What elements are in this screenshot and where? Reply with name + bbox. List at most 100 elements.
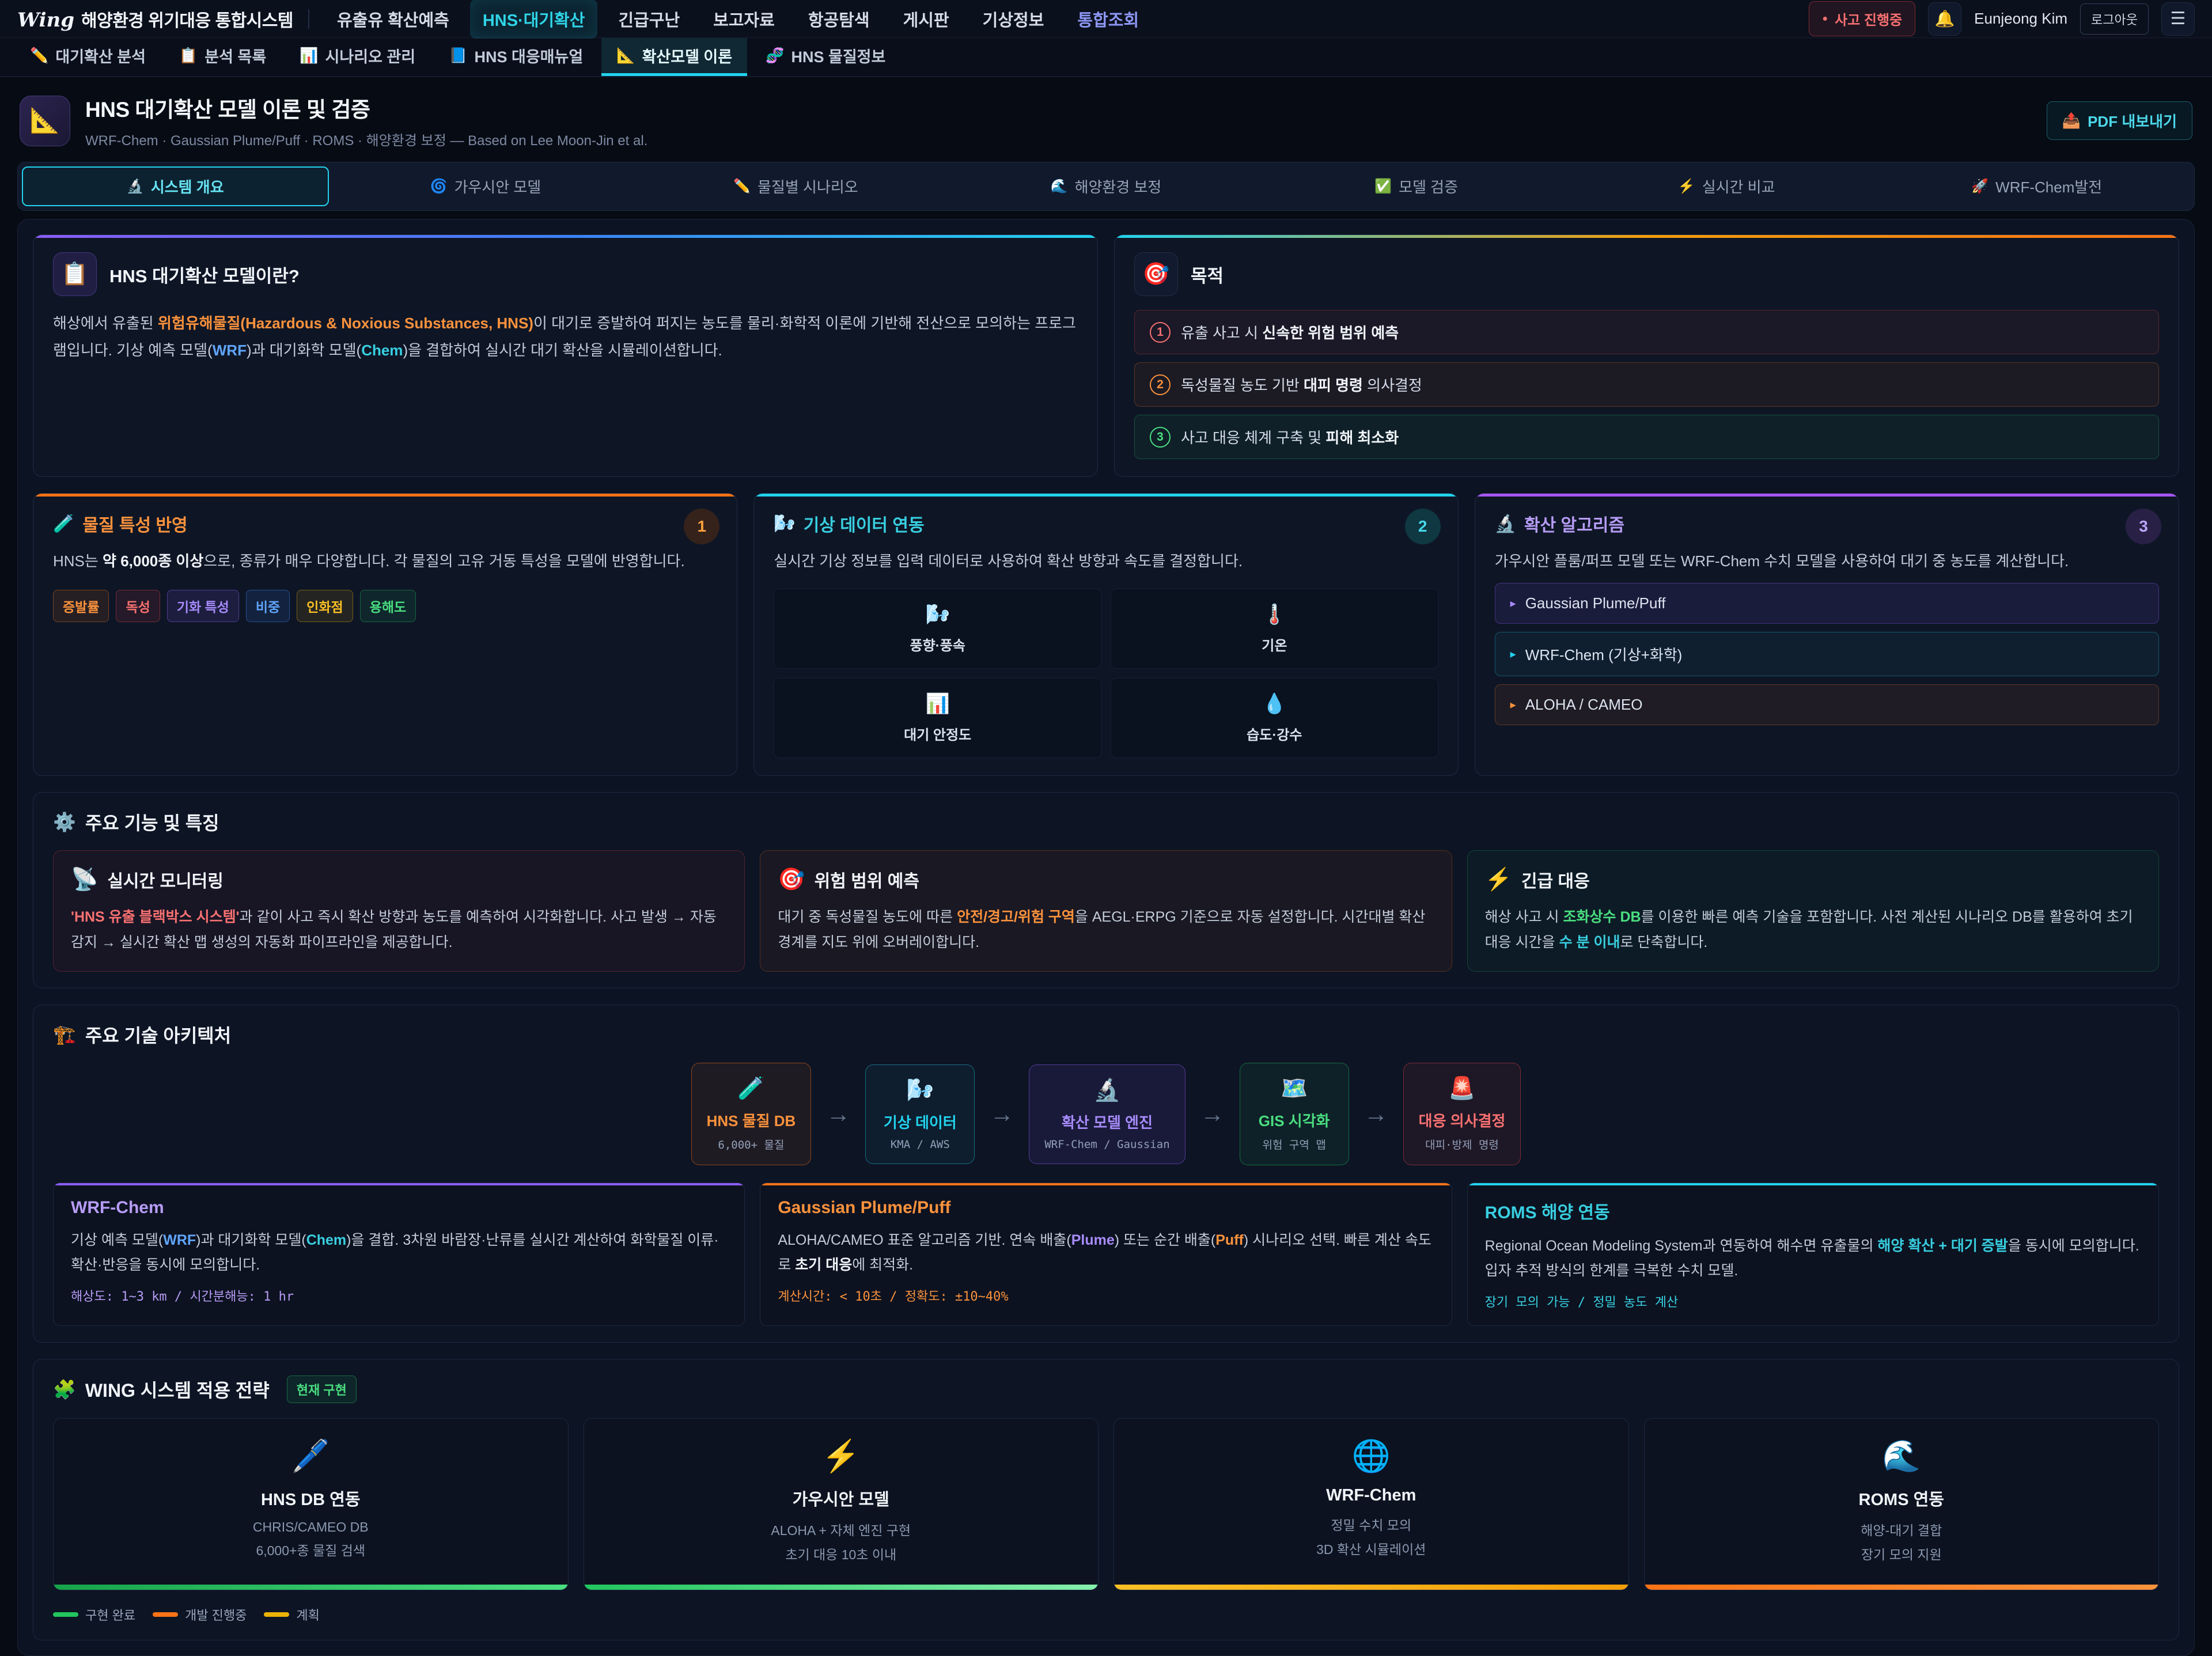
subtab-scenario-management[interactable]: 📊 시나리오 관리 [285, 38, 430, 76]
nav-item-board[interactable]: 게시판 [891, 0, 962, 39]
subtab-atmos-analysis[interactable]: ✏️ 대기확산 분석 [15, 38, 161, 76]
substance-tag-row: 증발률 독성 기화 특성 비중 인화점 용해도 [53, 590, 717, 622]
feature-emergency-response: ⚡ 긴급 대응 해상 사고 시 조화상수 DB를 이용한 빠른 예측 기술을 포… [1467, 850, 2159, 972]
weather-cell-label: 풍향·풍속 [910, 638, 965, 654]
feature1-title: 실시간 모니터링 [107, 867, 224, 892]
triangle-ruler-icon: 📐 [616, 47, 635, 65]
purpose-item-text: 독성물질 농도 기반 대피 명령 의사결정 [1181, 374, 1422, 395]
tab-label: 실시간 비교 [1702, 176, 1775, 197]
subtab-hns-substance-info[interactable]: 🧬 HNS 물질정보 [751, 38, 900, 76]
tab-marine-correction[interactable]: 🌊 해양환경 보정 [953, 166, 1260, 206]
strategy-card-title: 가우시안 모델 [596, 1486, 1087, 1510]
flow-title: HNS 물질 DB [707, 1109, 796, 1131]
wrfchem-text: 기상 예측 모델(WRF)과 대기화학 모델(Chem)을 결합. 3차원 바람… [71, 1228, 727, 1277]
flow-arrow-icon: → [1200, 1100, 1225, 1128]
strategy-card-line2: 3D 확산 시뮬레이션 [1126, 1538, 1617, 1558]
purpose-card-accent-bar [1115, 235, 2179, 238]
weather-cell-stability: 📊 대기 안정도 [774, 678, 1101, 758]
flow-subtitle: 대피·방제 명령 [1419, 1136, 1506, 1152]
purpose-card-title: 목적 [1191, 262, 1224, 287]
tab-model-validation[interactable]: ✅ 모델 검증 [1263, 166, 1570, 206]
globe-icon: 🌐 [1126, 1438, 1617, 1475]
model-cards-grid: WRF-Chem 기상 예측 모델(WRF)과 대기화학 모델(Chem)을 결… [53, 1183, 2159, 1326]
legend-label: 구현 완료 [85, 1605, 135, 1624]
pillar2-accent-bar [754, 494, 1457, 497]
target-icon: 🎯 [1134, 252, 1178, 296]
blue-book-icon: 📘 [449, 47, 467, 65]
tag-specific-gravity: 비중 [246, 590, 290, 622]
subtab-label: HNS 대응매뉴얼 [474, 44, 583, 67]
strategy-cards-grid: 🖊️ HNS DB 연동 CHRIS/CAMEO DB 6,000+종 물질 검… [53, 1418, 2159, 1590]
strategy-card-line1: 정밀 수치 모의 [1126, 1514, 1617, 1534]
weather-cell-temperature: 🌡️ 기온 [1111, 589, 1438, 669]
tab-label: 해양환경 보정 [1075, 176, 1162, 197]
user-name: Eunjeong Kim [1974, 10, 2067, 28]
logout-button[interactable]: 로그아웃 [2080, 3, 2149, 35]
tab-gaussian-model[interactable]: 🌀 가우시안 모델 [332, 166, 639, 206]
weather-cell-label: 습도·강수 [1247, 727, 1302, 743]
bar-chart-icon: 📊 [300, 47, 318, 65]
cyclone-icon: 🌀 [430, 178, 448, 195]
topnav-right-group: ● 사고 진행중 🔔 Eunjeong Kim 로그아웃 ☰ [1809, 1, 2195, 36]
features-heading: ⚙️ 주요 기능 및 특징 [53, 809, 2159, 835]
nav-item-oil-spill-forecast[interactable]: 유출유 확산예측 [324, 0, 462, 39]
weather-cell-humidity: 💧 습도·강수 [1111, 678, 1438, 758]
legend-label: 계획 [296, 1605, 319, 1624]
features-section: ⚙️ 주요 기능 및 특징 📡 실시간 모니터링 'HNS 유출 블랙박스 시스… [33, 792, 2179, 989]
pillar3-title-row: 🔬 확산 알고리즘 [1495, 511, 2159, 536]
pillar3-title: 확산 알고리즘 [1524, 511, 1624, 536]
check-icon: ✅ [1374, 178, 1392, 195]
subtab-label: 시나리오 관리 [325, 44, 416, 67]
green-dash-icon [53, 1612, 78, 1617]
features-heading-label: 주요 기능 및 특징 [85, 809, 219, 835]
wave-icon: 🌊 [1656, 1438, 2147, 1475]
nav-item-weather-info[interactable]: 기상정보 [970, 0, 1057, 39]
gaussian-spec: 계산시간: < 10초 / 정확도: ±10~40% [778, 1286, 1434, 1305]
tab-realtime-comparison[interactable]: ⚡ 실시간 비교 [1573, 166, 1880, 206]
weather-cell-label: 기온 [1262, 638, 1287, 654]
tab-system-overview[interactable]: 🔬 시스템 개요 [22, 166, 329, 206]
wing-strategy-section: 🧩 WING 시스템 적용 전략 현재 구현 🖊️ HNS DB 연동 CHRI… [33, 1359, 2179, 1640]
intro-paragraph: 해상에서 유출된 위험유해물질(Hazardous & Noxious Subs… [53, 310, 1078, 364]
strategy-roms-card: 🌊 ROMS 연동 해양-대기 결합 장기 모의 지원 [1644, 1418, 2160, 1590]
nav-item-emergency-rescue[interactable]: 긴급구난 [605, 0, 692, 39]
rocket-icon: 🚀 [1971, 178, 1988, 195]
intro-card-accent-bar [33, 235, 1097, 238]
tab-substance-scenarios[interactable]: ✏️ 물질별 시나리오 [642, 166, 949, 206]
subtab-diffusion-model-theory[interactable]: 📐 확산모델 이론 [601, 38, 747, 76]
nav-item-hns-atmospheric[interactable]: HNS·대기확산 [470, 0, 598, 39]
subtab-analysis-list[interactable]: 📋 분석 목록 [164, 38, 281, 76]
notification-bell-button[interactable]: 🔔 [1928, 2, 1961, 36]
nav-item-aerial-search[interactable]: 항공탐색 [796, 0, 882, 39]
subtab-hns-manual[interactable]: 📘 HNS 대응매뉴얼 [434, 38, 598, 76]
feature3-title: 긴급 대응 [1521, 867, 1590, 892]
strategy-heading: 🧩 WING 시스템 적용 전략 현재 구현 [53, 1375, 2159, 1403]
page-title: HNS 대기확산 모델 이론 및 검증 [85, 92, 647, 123]
yellow-dash-icon [264, 1612, 289, 1617]
pillar2-number-badge: 2 [1405, 509, 1441, 544]
nav-item-integrated-search[interactable]: 통합조회 [1065, 0, 1152, 39]
lightning-icon: ⚡ [1485, 867, 1512, 892]
flow-subtitle: 6,000+ 물질 [707, 1136, 796, 1152]
strategy-wrfchem-card: 🌐 WRF-Chem 정밀 수치 모의 3D 확산 시뮬레이션 [1113, 1418, 1629, 1590]
subtab-label: 확산모델 이론 [642, 44, 733, 67]
main-menu: 유출유 확산예측 HNS·대기확산 긴급구난 보고자료 항공탐색 게시판 기상정… [324, 0, 1152, 39]
app-logo: Wing 해양환경 위기대응 통합시스템 [17, 6, 293, 32]
strategy-card-line1: ALOHA + 자체 엔진 구현 [596, 1519, 1087, 1539]
hamburger-icon: ☰ [2171, 9, 2186, 29]
pillar3-accent-bar [1475, 494, 2179, 497]
tag-toxicity: 독성 [116, 590, 160, 622]
features-grid: 📡 실시간 모니터링 'HNS 유출 블랙박스 시스템'과 같이 사고 즉시 확… [53, 850, 2159, 972]
wrfchem-accent-bar [54, 1183, 744, 1185]
incident-status-badge[interactable]: ● 사고 진행중 [1809, 1, 1915, 36]
tab-wrf-chem-evolution[interactable]: 🚀 WRF-Chem발전 [1883, 166, 2190, 206]
flow-gis-visualization: 🗺️ GIS 시각화 위험 구역 맵 [1240, 1063, 1349, 1165]
pdf-export-button[interactable]: 📤 PDF 내보내기 [2047, 101, 2192, 140]
strategy-card-line2: 장기 모의 지원 [1656, 1544, 2147, 1563]
tag-flash-point: 인화점 [297, 590, 353, 622]
puzzle-piece-icon: 🧩 [53, 1378, 76, 1400]
purpose-item-3: 3 사고 대응 체계 구축 및 피해 최소화 [1134, 415, 2159, 459]
hamburger-menu-button[interactable]: ☰ [2161, 2, 2195, 36]
gaussian-plume-puff-card: Gaussian Plume/Puff ALOHA/CAMEO 표준 알고리즘 … [760, 1183, 1452, 1326]
nav-item-reports[interactable]: 보고자료 [700, 0, 787, 39]
